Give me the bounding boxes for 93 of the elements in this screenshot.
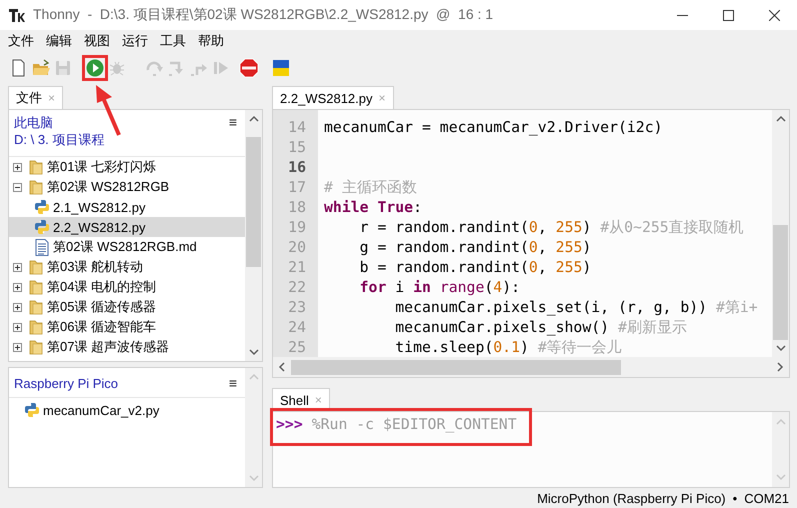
expand-icon[interactable] (13, 262, 22, 272)
file-name: 第05课 循迹传感器 (47, 298, 156, 316)
location-path[interactable]: D: \ 3. 项目课程 (14, 131, 104, 148)
line-number: 24 (288, 318, 306, 338)
expand-icon[interactable] (13, 282, 22, 292)
tree-row[interactable]: 第05课 循迹传感器 (9, 297, 245, 317)
scroll-left-icon[interactable] (278, 361, 286, 373)
folder-icon (29, 279, 43, 295)
tree-row[interactable]: 第07课 超声波传感器 (9, 337, 245, 357)
file-name: 2.1_WS2812.py (53, 200, 146, 214)
python-file-icon (34, 219, 50, 235)
window-title: Thonny - D:\3. 项目课程\第02课 WS2812RGB\2.2_WS2812.py @ 16 : 1 (33, 6, 494, 24)
shell-panel[interactable]: >>> %Run -c $EDITOR_CONTENT (272, 411, 790, 488)
tree-row[interactable]: 第03课 舵机转动 (9, 257, 245, 277)
tree-row[interactable]: 第02课 WS2812RGB (9, 177, 245, 197)
scroll-right-icon[interactable] (776, 361, 784, 373)
code-line: g = random.randint(0, 255) (358, 239, 592, 256)
line-number: 23 (288, 298, 306, 318)
port-label[interactable]: COM21 (744, 490, 789, 506)
tree-row[interactable]: 第06课 循迹智能车 (9, 317, 245, 337)
line-number: 25 (288, 338, 306, 358)
flag-icon[interactable] (271, 58, 291, 78)
expand-icon[interactable] (13, 342, 22, 352)
file-name[interactable]: mecanumCar_v2.py (43, 402, 160, 418)
shell-prompt: >>> (276, 415, 303, 435)
menu-item[interactable]: 帮助 (192, 32, 230, 50)
menu-item[interactable]: 编辑 (40, 32, 78, 50)
line-number: 14 (288, 118, 306, 138)
code-editor[interactable] (272, 109, 790, 378)
file-name: 第02课 WS2812RGB.md (53, 238, 197, 256)
folder-icon (29, 319, 43, 335)
separator-dot: • (732, 490, 738, 506)
menu-item[interactable]: 文件 (2, 32, 40, 50)
device-title: Raspberry Pi Pico (14, 376, 118, 390)
line-number: 15 (288, 138, 306, 158)
file-name: 第03课 舵机转动 (47, 258, 144, 276)
collapse-icon[interactable] (13, 182, 22, 192)
location-path[interactable]: 此电脑 (14, 114, 104, 131)
scroll-up-icon[interactable] (774, 115, 786, 123)
folder-icon (29, 259, 43, 275)
tree-row[interactable]: 2.2_WS2812.py (9, 217, 245, 237)
file-name: 第04课 电机的控制 (47, 278, 156, 296)
code-line: for i in range(4): (358, 279, 520, 296)
line-number: 20 (288, 238, 306, 258)
file-name: 第02课 WS2812RGB (47, 178, 170, 196)
line-number: 17 (288, 178, 306, 198)
file-name: 第07课 超声波传感器 (47, 338, 170, 356)
code-line: # 主循环函数 (324, 179, 417, 196)
document-icon (35, 238, 49, 256)
python-file-icon (24, 402, 40, 418)
line-number: 21 (288, 258, 306, 278)
tree-row[interactable]: 第01课 七彩灯闪烁 (9, 157, 245, 177)
line-number: 22 (288, 278, 306, 298)
vertical-scrollbar[interactable] (245, 110, 262, 361)
line-number: 19 (288, 218, 306, 238)
code-line: time.sleep(0.1) #等待一会儿 (394, 339, 622, 356)
folder-icon (29, 159, 43, 175)
panel-menu-icon[interactable]: ≡ (228, 374, 237, 392)
scroll-up-icon[interactable] (248, 115, 260, 123)
menu-item[interactable]: 工具 (154, 32, 192, 50)
code-line: while True: (324, 199, 422, 216)
scroll-down-icon[interactable] (248, 348, 260, 356)
app-logo-icon (9, 8, 25, 22)
editor-tab[interactable]: 2.2_WS2812.py × (272, 86, 394, 109)
panel-menu-icon[interactable]: ≡ (228, 114, 237, 152)
shell-command: %Run -c $EDITOR_CONTENT (312, 415, 517, 435)
scroll-down-icon[interactable] (774, 344, 786, 352)
expand-icon[interactable] (13, 302, 22, 312)
file-name: 第06课 循迹智能车 (47, 318, 156, 336)
python-file-icon (34, 199, 50, 215)
tree-row[interactable]: 第02课 WS2812RGB.md (9, 237, 245, 257)
code-line: b = random.randint(0, 255) (358, 259, 592, 276)
tree-row[interactable]: 第04课 电机的控制 (9, 277, 245, 297)
menu-item[interactable]: 运行 (116, 32, 154, 50)
code-line: mecanumCar.pixels_show() #刷新显示 (394, 319, 687, 336)
folder-icon (29, 179, 43, 195)
expand-icon[interactable] (13, 162, 22, 172)
stop-icon[interactable] (239, 58, 259, 78)
tree-row[interactable]: 2.1_WS2812.py (9, 197, 245, 217)
folder-icon (29, 299, 43, 315)
interpreter-label[interactable]: MicroPython (Raspberry Pi Pico) (537, 490, 726, 506)
code-line: mecanumCar = mecanumCar_v2.Driver(i2c) (324, 119, 663, 136)
folder-icon (29, 339, 43, 355)
files-tab[interactable]: 文件 × (8, 86, 64, 109)
file-name: 2.2_WS2812.py (53, 220, 146, 234)
code-line: r = random.randint(0, 255) #从0~255直接取随机 (358, 219, 744, 236)
line-number: 16 (288, 158, 306, 178)
line-number: 18 (288, 198, 306, 218)
code-line: mecanumCar.pixels_set(i, (r, g, b)) #第i+ (394, 299, 758, 316)
folder-icon[interactable] (31, 58, 51, 78)
expand-icon[interactable] (13, 322, 22, 332)
menu-item[interactable]: 视图 (78, 32, 116, 50)
file-name: 第01课 七彩灯闪烁 (47, 158, 156, 176)
